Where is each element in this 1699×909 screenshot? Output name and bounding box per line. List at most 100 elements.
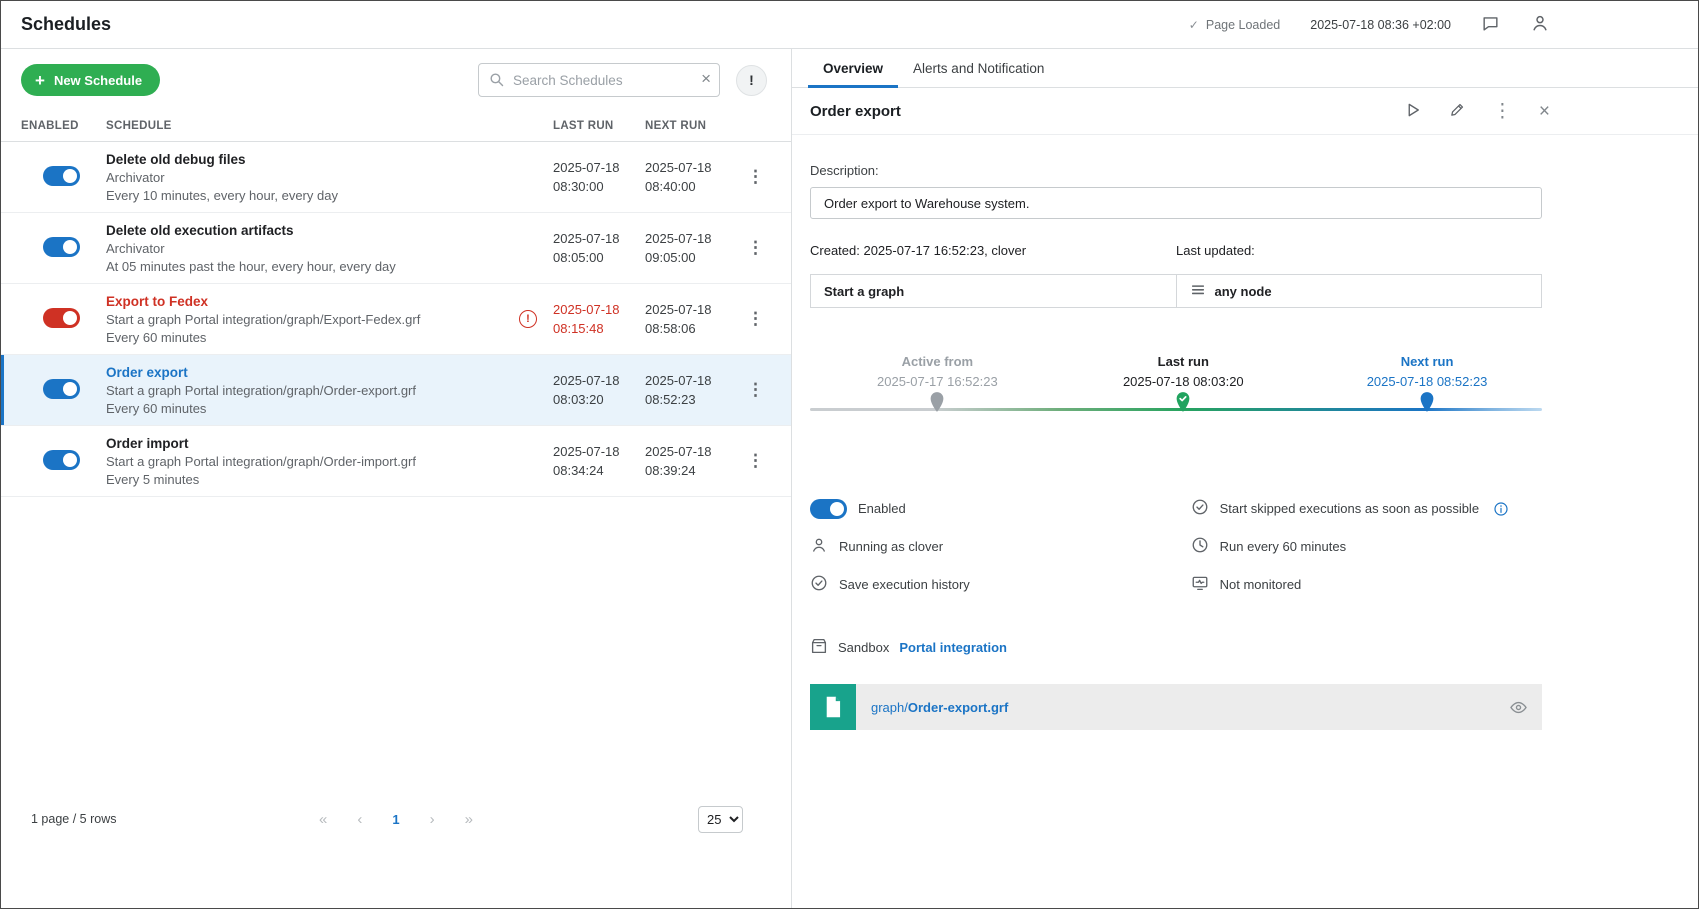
detail-menu-icon[interactable]: ⋮ (1493, 102, 1512, 121)
schedule-frequency: Every 5 minutes (106, 472, 519, 487)
graph-file-icon (810, 684, 856, 730)
skipped-executions-property: Start skipped executions as soon as poss… (1191, 498, 1542, 519)
last-run-value: 2025-07-18 08:03:20 (1123, 374, 1244, 389)
schedule-row[interactable]: Order import Start a graph Portal integr… (1, 426, 791, 497)
close-detail-icon[interactable]: × (1539, 102, 1550, 121)
last-page-icon[interactable]: » (465, 811, 473, 828)
enabled-toggle[interactable] (43, 450, 80, 470)
enabled-toggle[interactable] (43, 166, 80, 186)
sandbox-icon (810, 637, 828, 658)
edit-button[interactable] (1449, 101, 1466, 121)
description-field[interactable]: Order export to Warehouse system. (810, 187, 1542, 219)
row-menu-icon[interactable]: ⋮ (737, 305, 774, 332)
new-schedule-button[interactable]: + New Schedule (21, 64, 160, 96)
enabled-toggle[interactable] (43, 237, 80, 257)
row-menu-icon[interactable]: ⋮ (737, 234, 774, 261)
warning-icon: ! (519, 310, 537, 328)
tab-alerts-notification[interactable]: Alerts and Notification (898, 49, 1059, 87)
sandbox-label: Sandbox (838, 640, 889, 655)
enabled-toggle[interactable] (43, 379, 80, 399)
schedule-frequency: At 05 minutes past the hour, every hour,… (106, 259, 519, 274)
row-menu-icon[interactable]: ⋮ (737, 163, 774, 190)
check-circle-icon (1191, 498, 1209, 519)
next-page-icon[interactable]: › (430, 811, 435, 828)
feedback-button[interactable] (1481, 14, 1500, 36)
schedule-name: Order export (106, 365, 519, 380)
enabled-property: Enabled (810, 498, 1191, 519)
schedule-name: Delete old debug files (106, 152, 519, 167)
schedule-subtitle: Archivator (106, 241, 519, 256)
schedule-row[interactable]: Delete old execution artifacts Archivato… (1, 213, 791, 284)
graph-file-link[interactable]: graph/Order-export.grf (871, 700, 1008, 715)
last-run-cell: 2025-07-1808:15:48 (553, 300, 645, 339)
table-header: ENABLED SCHEDULE LAST RUN NEXT RUN (1, 109, 791, 142)
last-run-item: Last run 2025-07-18 08:03:20 (1123, 354, 1244, 389)
current-page[interactable]: 1 (392, 812, 399, 827)
user-menu-button[interactable] (1530, 13, 1550, 36)
save-history-property: Save execution history (810, 574, 1191, 595)
col-next-run: NEXT RUN (645, 120, 737, 132)
schedules-toolbar: + New Schedule × ! (1, 49, 791, 109)
node-box: any node (1176, 274, 1543, 308)
row-menu-icon[interactable]: ⋮ (737, 447, 774, 474)
last-updated-info: Last updated: (1176, 243, 1255, 258)
monitored-label: Not monitored (1220, 577, 1302, 592)
description-label: Description: (810, 163, 1542, 178)
alerts-button[interactable]: ! (736, 65, 767, 96)
search-box: × (478, 63, 720, 97)
schedule-detail-panel: Overview Alerts and Notification Order e… (792, 49, 1698, 908)
page-title: Schedules (21, 14, 111, 35)
run-button[interactable] (1404, 101, 1422, 122)
graph-file-bar[interactable]: graph/Order-export.grf (810, 684, 1542, 730)
person-icon (810, 536, 828, 557)
server-timestamp: 2025-07-18 08:36 +02:00 (1310, 18, 1451, 32)
monitored-property: Not monitored (1191, 574, 1542, 595)
play-icon (1404, 101, 1422, 122)
pagination: « ‹ 1 › » (319, 811, 473, 828)
run-every-label: Run every 60 minutes (1220, 539, 1346, 554)
preview-eye-icon[interactable] (1509, 698, 1528, 717)
col-enabled: ENABLED (21, 120, 106, 132)
enabled-label: Enabled (858, 501, 906, 516)
search-input[interactable] (478, 63, 720, 97)
schedule-name: Delete old execution artifacts (106, 223, 519, 238)
new-schedule-label: New Schedule (54, 73, 142, 88)
page-size-control: 25 (698, 806, 743, 833)
schedule-row[interactable]: Order export Start a graph Portal integr… (1, 355, 791, 426)
plus-icon: + (35, 72, 45, 89)
active-from-pin-icon[interactable] (929, 391, 946, 413)
enabled-toggle[interactable] (43, 308, 80, 328)
schedule-row[interactable]: Delete old debug files Archivator Every … (1, 142, 791, 213)
app-window: Schedules ✓ Page Loaded 2025-07-18 08:36… (0, 0, 1699, 909)
schedule-subtitle: Start a graph Portal integration/graph/E… (106, 312, 519, 327)
active-from-item: Active from 2025-07-17 16:52:23 (877, 354, 998, 389)
col-schedule: SCHEDULE (106, 120, 519, 132)
check-circle-icon (810, 574, 828, 595)
next-run-pin-icon[interactable] (1419, 391, 1436, 413)
row-menu-icon[interactable]: ⋮ (737, 376, 774, 403)
detail-enabled-toggle[interactable] (810, 499, 847, 519)
prev-page-icon[interactable]: ‹ (357, 811, 362, 828)
properties-grid: Enabled Start skipped executions as soon… (810, 498, 1542, 595)
next-run-cell: 2025-07-1808:40:00 (645, 158, 737, 197)
clear-search-icon[interactable]: × (701, 69, 711, 89)
detail-actions: ⋮ × (1404, 101, 1550, 122)
first-page-icon[interactable]: « (319, 811, 327, 828)
running-as-label: Running as clover (839, 539, 943, 554)
task-type-box: Start a graph (810, 274, 1177, 308)
task-type-label: Start a graph (824, 284, 904, 299)
schedule-frequency: Every 60 minutes (106, 330, 519, 345)
last-run-pin-icon[interactable] (1175, 391, 1192, 413)
sandbox-link[interactable]: Portal integration (899, 640, 1007, 655)
page-size-select[interactable]: 25 (698, 806, 743, 833)
sandbox-row: Sandbox Portal integration (810, 637, 1542, 658)
running-as-property: Running as clover (810, 536, 1191, 557)
tab-overview[interactable]: Overview (808, 49, 898, 87)
pencil-icon (1449, 101, 1466, 121)
info-icon[interactable] (1493, 501, 1509, 517)
comment-icon (1481, 14, 1500, 36)
detail-content: Description: Order export to Warehouse s… (792, 163, 1698, 730)
next-run-cell: 2025-07-1808:52:23 (645, 371, 737, 410)
schedule-row[interactable]: Export to Fedex Start a graph Portal int… (1, 284, 791, 355)
schedule-frequency: Every 10 minutes, every hour, every day (106, 188, 519, 203)
